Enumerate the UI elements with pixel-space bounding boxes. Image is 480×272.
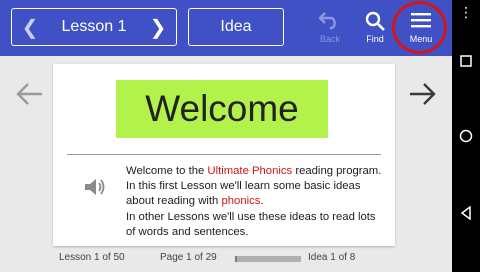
progress-bar <box>235 256 301 262</box>
phonics-link[interactable]: phonics <box>221 195 260 207</box>
back-button[interactable]: Back <box>310 6 350 50</box>
speaker-icon[interactable] <box>83 176 107 198</box>
home-icon[interactable] <box>452 129 480 148</box>
search-icon <box>365 11 385 31</box>
menu-highlight-circle <box>392 1 447 54</box>
chevron-left-icon[interactable]: ❮ <box>15 9 45 45</box>
idea-button[interactable]: Idea <box>188 8 284 46</box>
find-label: Find <box>366 34 384 44</box>
find-button[interactable]: Find <box>355 6 395 50</box>
lesson-label[interactable]: Lesson 1 <box>42 9 146 45</box>
idea-count: Idea 1 of 8 <box>308 252 356 263</box>
status-footer: Lesson 1 of 50 Page 1 of 29 Idea 1 of 8 <box>0 252 452 268</box>
intro-text-part: . <box>260 195 264 208</box>
overflow-icon[interactable]: ⋮ <box>452 4 480 21</box>
welcome-title: Welcome <box>116 80 328 138</box>
top-toolbar: ❮ Lesson 1 ❯ Idea Back Find Menu <box>0 0 452 56</box>
chevron-right-icon[interactable]: ❯ <box>143 9 173 45</box>
next-page-arrow-icon[interactable] <box>404 76 440 112</box>
previous-page-arrow-icon[interactable] <box>12 76 48 112</box>
lesson-selector: ❮ Lesson 1 ❯ <box>11 8 177 46</box>
android-nav-bar: ⋮ <box>452 0 480 272</box>
page-count: Page 1 of 29 <box>160 252 217 263</box>
progress-fill <box>235 256 238 262</box>
recents-icon[interactable] <box>452 54 480 72</box>
undo-icon <box>319 12 336 30</box>
back-nav-icon[interactable] <box>452 205 480 225</box>
ultimate-phonics-link[interactable]: Ultimate Phonics <box>207 165 292 177</box>
divider <box>67 154 381 155</box>
lesson-count: Lesson 1 of 50 <box>59 252 125 263</box>
intro-text: Welcome to the Ultimate Phonics reading … <box>126 164 388 240</box>
back-label: Back <box>319 34 340 44</box>
intro-text-part: Welcome to the <box>126 165 208 177</box>
intro-text-line2: In other Lessons we'll use these ideas t… <box>126 210 376 238</box>
lesson-card: Welcome Welcome to the Ultimate Phonics … <box>53 64 395 246</box>
